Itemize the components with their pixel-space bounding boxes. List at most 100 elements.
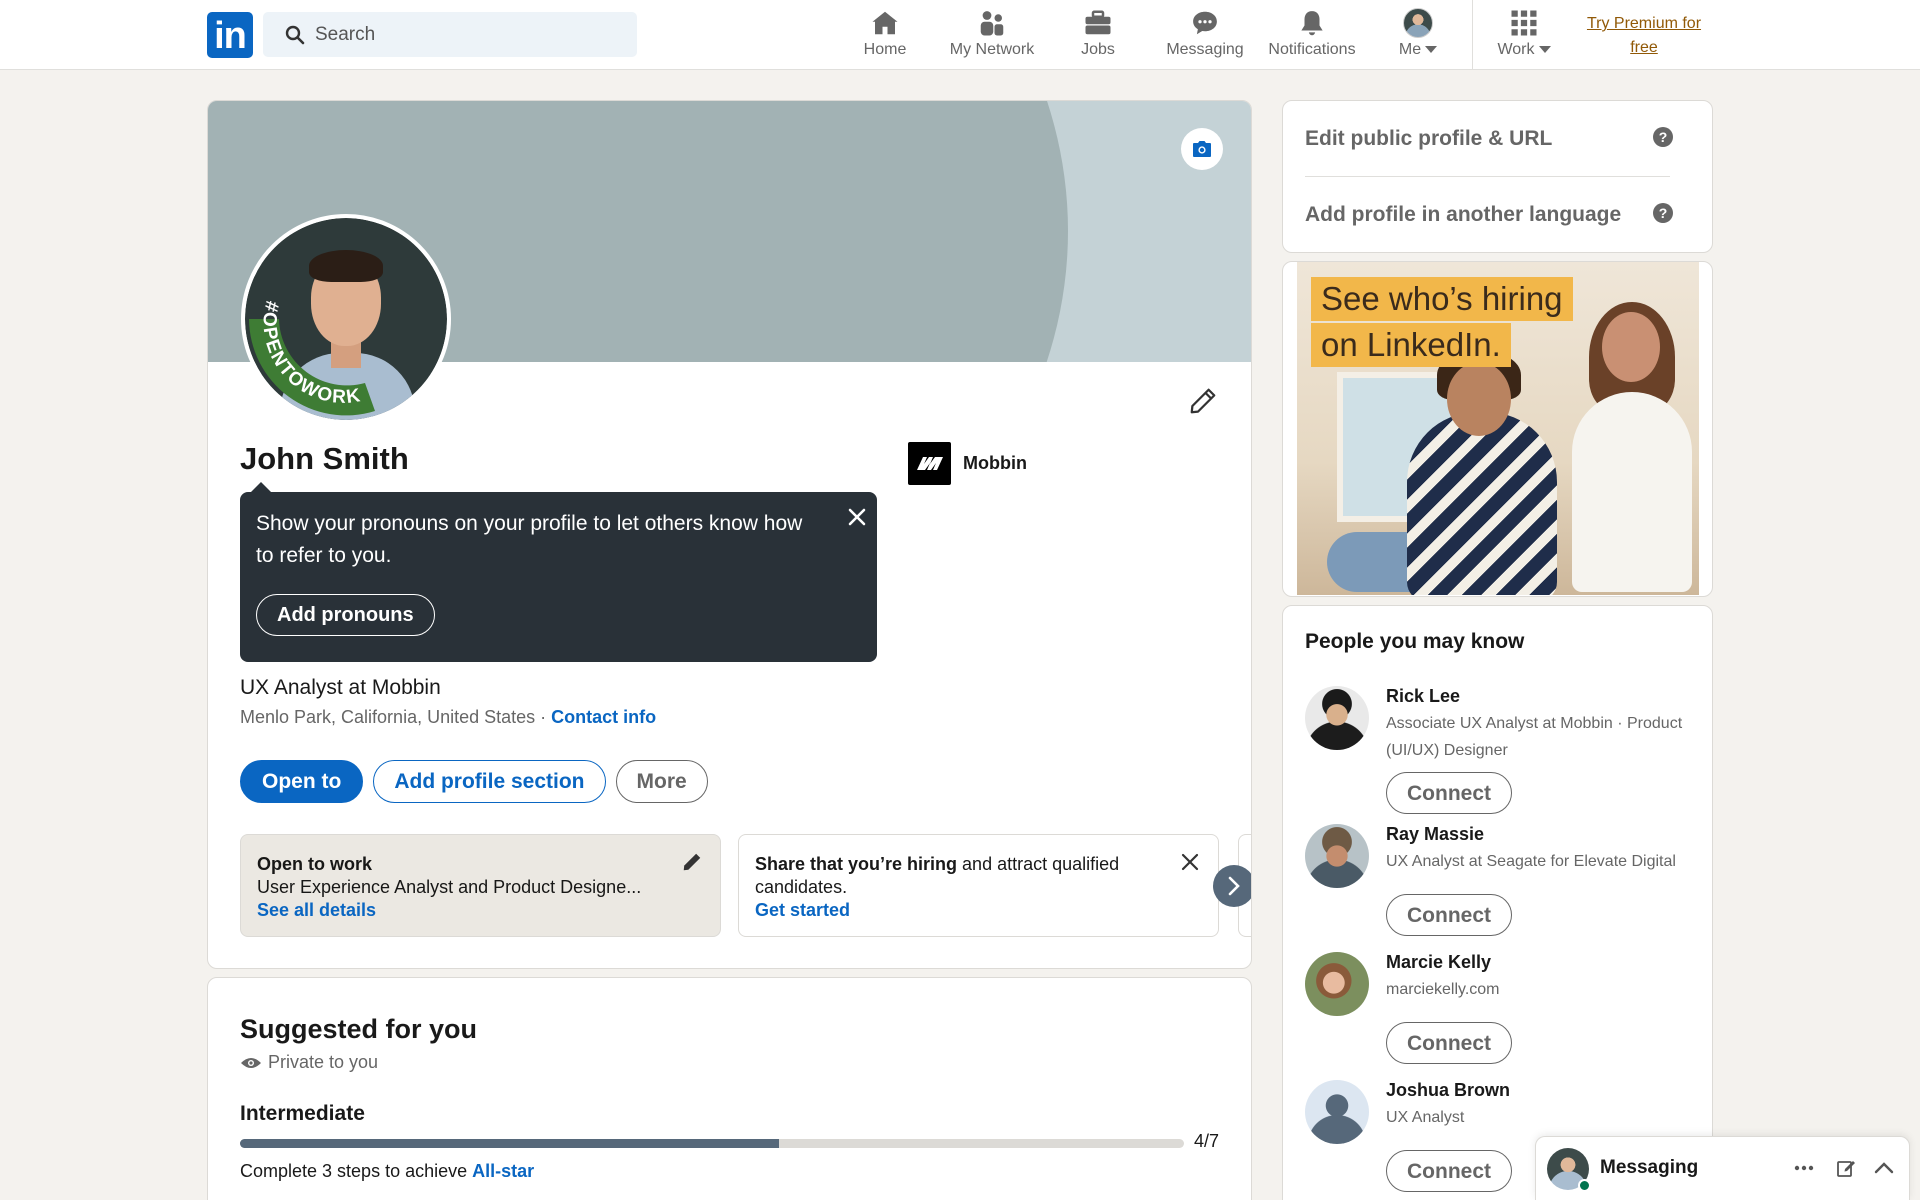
pencil-icon[interactable] (681, 851, 703, 873)
open-to-work-title: Open to work (257, 854, 373, 874)
profile-card: #OPENTOWORK John Smith Mobbin Show your … (207, 100, 1252, 969)
edit-banner-button[interactable] (1181, 128, 1223, 170)
search-input[interactable] (315, 12, 625, 57)
try-premium-link[interactable]: Try Premium for free (1572, 12, 1716, 60)
share-hiring-card[interactable]: Share that you’re hiring and attract qua… (738, 834, 1219, 937)
search-box[interactable] (263, 12, 637, 57)
hiring-ad-image: See who’s hiring on LinkedIn. (1297, 262, 1699, 595)
mobbin-logo (908, 441, 951, 485)
add-pronouns-button[interactable]: Add pronouns (256, 594, 435, 636)
person-name[interactable]: Joshua Brown (1386, 1080, 1510, 1101)
nav-messaging-label: Messaging (1166, 41, 1244, 58)
more-options-icon[interactable] (1794, 1165, 1814, 1171)
messaging-overlay[interactable]: Messaging (1535, 1136, 1910, 1200)
nav-jobs-label: Jobs (1081, 41, 1115, 58)
chevron-right-icon (1228, 876, 1240, 896)
eye-icon (241, 1057, 261, 1068)
person-name[interactable]: Marcie Kelly (1386, 952, 1491, 973)
add-language-link[interactable]: Add profile in another language (1305, 203, 1621, 227)
person-title: marciekelly.com (1386, 981, 1500, 998)
camera-icon (1193, 141, 1211, 157)
close-icon[interactable] (1179, 851, 1201, 873)
avatar[interactable] (1305, 952, 1369, 1016)
open-to-button[interactable]: Open to (240, 760, 364, 803)
get-started-link[interactable]: Get started (755, 900, 850, 920)
chevron-down-icon (1538, 46, 1551, 54)
connect-button[interactable]: Connect (1386, 1150, 1512, 1192)
nav-work-label: Work (1497, 41, 1535, 58)
messaging-label: Messaging (1600, 1157, 1699, 1178)
current-company[interactable]: Mobbin (908, 441, 1027, 485)
pencil-icon[interactable] (1188, 386, 1218, 416)
avatar[interactable] (1305, 1080, 1369, 1144)
suggested-title: Suggested for you (240, 1014, 478, 1044)
open-to-work-roles: User Experience Analyst and Product Desi… (257, 877, 642, 897)
contact-info-link[interactable]: Contact info (551, 707, 656, 727)
briefcase-icon (1085, 10, 1111, 35)
divider (1305, 176, 1670, 177)
profile-strength-steps: Complete 3 steps to achieve All-star (240, 1161, 534, 1182)
all-star-link[interactable]: All-star (472, 1161, 534, 1181)
nav-messaging[interactable]: Messaging (1163, 8, 1247, 62)
profile-strength-bar (240, 1139, 1184, 1148)
nav-my-network-label: My Network (949, 41, 1035, 58)
avatar[interactable] (1305, 686, 1369, 750)
people-you-may-know-card: People you may know Rick Lee Associate U… (1282, 605, 1713, 1200)
see-all-details-link[interactable]: See all details (257, 900, 376, 920)
nav-home[interactable]: Home (858, 8, 912, 62)
home-icon (872, 11, 898, 35)
suggested-card: Suggested for you Private to you Interme… (207, 977, 1252, 1200)
profile-strength-level: Intermediate (240, 1102, 365, 1125)
nav-jobs[interactable]: Jobs (1078, 8, 1118, 62)
linkedin-logo[interactable]: in (207, 12, 253, 58)
close-icon[interactable] (844, 504, 870, 530)
ad-card[interactable]: See who’s hiring on LinkedIn. (1282, 261, 1713, 597)
nav-work[interactable]: Work (1492, 8, 1556, 62)
pymk-title: People you may know (1305, 630, 1525, 653)
network-icon (980, 11, 1004, 36)
person-title: Associate UX Analyst at Mobbin · Product… (1386, 715, 1683, 759)
message-icon (1193, 11, 1217, 35)
compose-icon[interactable] (1836, 1158, 1856, 1178)
tooltip-text: Show your pronouns on your profile to le… (256, 512, 803, 567)
profile-strength-fill (240, 1139, 780, 1148)
online-status-dot (1578, 1179, 1591, 1192)
person-name[interactable]: Ray Massie (1386, 824, 1484, 845)
avatar (1403, 8, 1433, 38)
pronouns-tooltip: Show your pronouns on your profile to le… (240, 482, 877, 662)
hiring-content: Share that you’re hiring and attract qua… (755, 853, 1175, 922)
profile-location: Menlo Park, California, United States (240, 707, 536, 727)
steps-text: Complete 3 steps to achieve (240, 1161, 473, 1181)
nav-me-label: Me (1398, 41, 1422, 58)
bell-icon (1301, 11, 1323, 36)
person-name[interactable]: Rick Lee (1386, 686, 1460, 707)
nav-me[interactable]: Me (1390, 8, 1446, 62)
person-title: UX Analyst at Seagate for Elevate Digita… (1386, 853, 1676, 870)
profile-photo[interactable]: #OPENTOWORK (241, 214, 451, 424)
profile-strength-count: 4/7 (1194, 1131, 1220, 1151)
chevron-up-icon[interactable] (1874, 1161, 1894, 1175)
location-separator: · (535, 707, 552, 727)
carousel-next-button[interactable] (1213, 865, 1251, 907)
add-profile-section-button[interactable]: Add profile section (373, 760, 606, 803)
person-title: UX Analyst (1386, 1109, 1465, 1126)
connect-button[interactable]: Connect (1386, 772, 1512, 814)
ad-headline: See who’s hiring on LinkedIn. (1311, 277, 1573, 369)
open-to-work-content: Open to work User Experience Analyst and… (257, 853, 677, 922)
grid-icon (1511, 10, 1537, 36)
open-to-work-badge-text: #OPENTOWORK (258, 299, 361, 408)
chevron-down-icon (1425, 46, 1438, 54)
nav-my-network[interactable]: My Network (944, 8, 1040, 62)
edit-public-profile-link[interactable]: Edit public profile & URL (1305, 127, 1552, 151)
connect-button[interactable]: Connect (1386, 1022, 1512, 1064)
avatar[interactable] (1305, 824, 1369, 888)
more-button[interactable]: More (615, 760, 708, 803)
nav-notifications[interactable]: Notifications (1264, 8, 1360, 62)
profile-settings-card: Edit public profile & URL ? Add profile … (1282, 100, 1713, 253)
help-icon[interactable]: ? (1653, 203, 1673, 223)
open-to-work-card[interactable]: Open to work User Experience Analyst and… (240, 834, 721, 937)
help-icon[interactable]: ? (1653, 127, 1673, 147)
nav-notifications-label: Notifications (1268, 41, 1356, 58)
ad-line-1: See who’s hiring (1311, 277, 1573, 321)
connect-button[interactable]: Connect (1386, 894, 1512, 936)
